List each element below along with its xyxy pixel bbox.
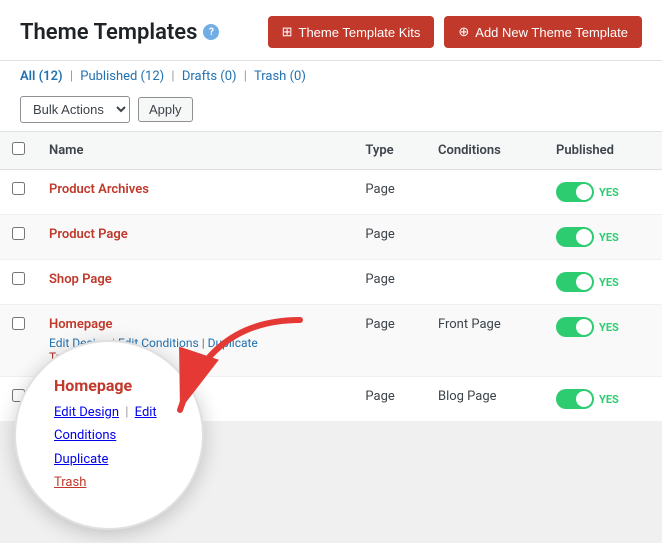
col-published: Published [544, 132, 662, 170]
magnify-edit-design[interactable]: Edit Design [54, 405, 119, 420]
published-toggle[interactable] [556, 272, 594, 292]
table-row: Shop Page Page YES [0, 260, 662, 305]
bulk-actions-select[interactable]: Bulk Actions [20, 96, 130, 123]
col-type: Type [353, 132, 426, 170]
apply-button[interactable]: Apply [138, 97, 193, 122]
page-title: Theme Templates [20, 20, 197, 45]
toolbar: Bulk Actions Apply [0, 90, 662, 132]
published-yes-label: YES [599, 186, 619, 199]
title-area: Theme Templates ? [20, 20, 219, 45]
row-checkbox[interactable] [12, 272, 25, 285]
row-name-link[interactable]: Homepage [49, 317, 113, 332]
row-type: Page [353, 170, 426, 215]
row-name-link[interactable]: Shop Page [49, 272, 112, 287]
row-checkbox[interactable] [12, 227, 25, 240]
published-toggle[interactable] [556, 389, 594, 409]
help-icon[interactable]: ? [203, 24, 219, 40]
header-buttons: ⊞ Theme Template Kits ⊕ Add New Theme Te… [268, 16, 642, 48]
grid-icon: ⊞ [282, 24, 293, 40]
table-header-row: Name Type Conditions Published [0, 132, 662, 170]
add-new-theme-template-button[interactable]: ⊕ Add New Theme Template [444, 16, 642, 48]
magnify-actions: Edit Design | Edit Conditions Duplicate … [54, 401, 172, 495]
filter-published[interactable]: Published (12) [80, 69, 164, 84]
magnify-name: Homepage [54, 376, 132, 395]
filter-trash[interactable]: Trash (0) [254, 69, 306, 84]
published-yes-label: YES [599, 276, 619, 289]
row-checkbox[interactable] [12, 317, 25, 330]
theme-template-kits-button[interactable]: ⊞ Theme Template Kits [268, 16, 435, 48]
row-conditions [426, 170, 544, 215]
row-type: Page [353, 377, 426, 422]
magnify-duplicate[interactable]: Duplicate [54, 452, 108, 467]
published-toggle[interactable] [556, 317, 594, 337]
col-conditions: Conditions [426, 132, 544, 170]
row-published: YES [544, 215, 662, 260]
row-conditions: Blog Page [426, 377, 544, 422]
published-yes-label: YES [599, 231, 619, 244]
row-checkbox[interactable] [12, 182, 25, 195]
col-name: Name [37, 132, 353, 170]
row-published: YES [544, 377, 662, 422]
row-conditions: Front Page [426, 305, 544, 377]
table-row: Product Archives Page YES [0, 170, 662, 215]
row-published: YES [544, 170, 662, 215]
filter-drafts[interactable]: Drafts (0) [182, 69, 237, 84]
page-header: Theme Templates ? ⊞ Theme Template Kits … [0, 0, 662, 61]
published-toggle[interactable] [556, 227, 594, 247]
row-type: Page [353, 260, 426, 305]
row-name-link[interactable]: Product Page [49, 227, 128, 242]
row-conditions [426, 260, 544, 305]
published-yes-label: YES [599, 393, 619, 406]
row-published: YES [544, 305, 662, 377]
row-published: YES [544, 260, 662, 305]
select-all-checkbox[interactable] [12, 142, 25, 155]
filter-all[interactable]: All (12) [20, 69, 63, 84]
published-toggle[interactable] [556, 182, 594, 202]
filter-nav: All (12) | Published (12) | Drafts (0) |… [0, 61, 662, 90]
row-duplicate[interactable]: Duplicate [208, 336, 258, 350]
magnify-overlay: Homepage Edit Design | Edit Conditions D… [14, 340, 204, 530]
plus-icon: ⊕ [458, 24, 469, 40]
table-row: Product Page Page YES [0, 215, 662, 260]
magnify-trash[interactable]: Trash [54, 475, 86, 490]
row-type: Page [353, 215, 426, 260]
row-name-link[interactable]: Product Archives [49, 182, 149, 197]
row-conditions [426, 215, 544, 260]
row-type: Page [353, 305, 426, 377]
published-yes-label: YES [599, 321, 619, 334]
